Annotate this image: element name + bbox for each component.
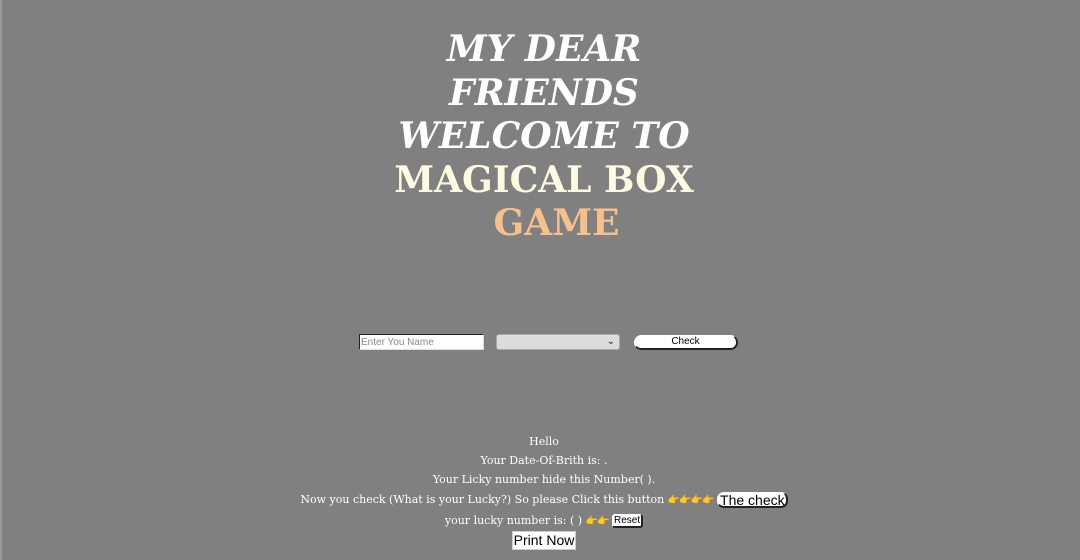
hello-text: Hello <box>529 435 559 448</box>
result-panel: Hello Your Date-Of-Brith is: . Your Lick… <box>0 432 1080 550</box>
lucky-number-row: your lucky number is: ( ) 👉👉 Reset <box>0 510 1080 531</box>
reset-button[interactable]: Reset <box>611 514 644 528</box>
page-title: MY DEAR FRIENDS WELCOME TO MAGICAL BOX G… <box>0 28 1080 246</box>
the-check-button[interactable]: The check <box>717 492 788 508</box>
title-line-1: MY DEAR <box>446 28 642 70</box>
check-prompt-text: Now you check (What is your Lucky?) So p… <box>300 493 665 506</box>
name-input[interactable] <box>359 334 484 350</box>
title-line-5: GAME <box>493 202 620 244</box>
print-row: Print Now <box>0 531 1080 550</box>
title-line-2: FRIENDS <box>449 71 639 114</box>
check-prompt-row: Now you check (What is your Lucky?) So p… <box>0 489 1080 510</box>
chevron-down-icon: ⌄ <box>606 336 615 347</box>
title-line-3: WELCOME TO <box>398 115 690 157</box>
lucky-number-text: your lucky number is: ( ) <box>444 514 583 527</box>
page: MY DEAR FRIENDS WELCOME TO MAGICAL BOX G… <box>0 0 1080 560</box>
pointing-hand-icon: 👉👉👉👉 <box>667 495 715 506</box>
hidden-number-text: Your Licky number hide this Number( ). <box>432 473 656 486</box>
title-line-4: MAGICAL BOX <box>394 158 694 201</box>
dob-text: Your Date-Of-Brith is: . <box>480 454 608 467</box>
print-button[interactable]: Print Now <box>511 531 577 550</box>
pointing-hand-icon: 👉👉 <box>585 516 610 527</box>
date-select[interactable]: ⌄ <box>496 334 620 350</box>
check-button[interactable]: Check <box>634 335 738 350</box>
input-form: ⌄ Check <box>359 333 739 351</box>
